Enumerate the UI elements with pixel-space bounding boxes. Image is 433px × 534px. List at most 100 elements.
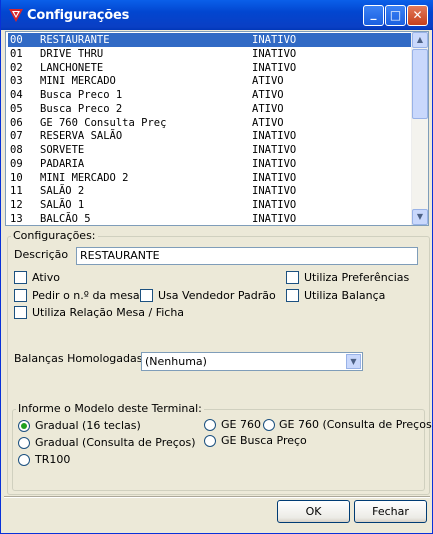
maximize-icon: □	[389, 8, 402, 22]
utiliza-relacao-label: Utiliza Relação Mesa / Ficha	[32, 306, 185, 319]
list-item-status: ATIVO	[252, 89, 284, 101]
list-item-code: 02	[10, 61, 23, 74]
scroll-up-icon[interactable]: ▲	[412, 32, 428, 48]
fechar-button[interactable]: Fechar	[354, 500, 427, 523]
list-item[interactable]: 09 PADARIA INATIVO	[8, 157, 414, 171]
scroll-down-icon[interactable]: ▼	[412, 209, 428, 225]
vertical-scrollbar[interactable]: ▲ ▼	[411, 32, 428, 225]
list-item[interactable]: 06 GE 760 Consulta Preç ATIVO	[8, 116, 414, 130]
tr100-label: TR100	[35, 453, 71, 466]
list-item-code: 11	[10, 185, 23, 198]
title-bar[interactable]: Configurações _ □ ✕	[1, 0, 433, 30]
list-item-name: SALÃO 2	[40, 185, 85, 198]
list-item-name: GE 760 Consulta Preç	[40, 116, 167, 129]
utiliza-preferencias-checkbox[interactable]	[286, 271, 299, 284]
ge760-consulta-label: GE 760 (Consulta de Preços)	[279, 418, 433, 431]
balancas-selected-value: (Nenhuma)	[145, 355, 207, 368]
config-group-label: Configurações:	[11, 229, 98, 242]
list-item-code: 00	[10, 34, 23, 46]
usa-vendedor-label: Usa Vendedor Padrão	[158, 289, 276, 302]
pedir-mesa-label: Pedir o n.º da mesa	[32, 289, 140, 302]
list-item[interactable]: 11 SALÃO 2 INATIVO	[8, 184, 414, 198]
minimize-button[interactable]: _	[363, 5, 384, 26]
list-item[interactable]: 07 RESERVA SALÃO INATIVO	[8, 129, 414, 143]
list-item-code: 09	[10, 157, 23, 170]
list-item-code: 08	[10, 144, 23, 156]
utiliza-preferencias-label: Utiliza Preferências	[304, 271, 410, 284]
list-item[interactable]: 10 MINI MERCADO 2 INATIVO	[8, 171, 414, 185]
tr100-radio[interactable]	[18, 454, 30, 466]
descricao-label: Descrição	[14, 248, 69, 261]
ge760-label: GE 760	[221, 418, 261, 431]
list-item-status: ATIVO	[252, 102, 284, 115]
list-item[interactable]: 05 Busca Preco 2 ATIVO	[8, 102, 414, 116]
list-item-name: Busca Preco 1	[40, 89, 123, 101]
list-item-status: INATIVO	[252, 47, 297, 60]
list-item-name: RESERVA SALÃO	[40, 130, 123, 143]
list-item-name: Busca Preco 2	[40, 102, 123, 115]
list-item[interactable]: 12 SALÃO 1 INATIVO	[8, 198, 414, 212]
list-item-status: INATIVO	[252, 212, 297, 225]
list-item-status: INATIVO	[252, 185, 297, 198]
list-item[interactable]: 03 MINI MERCADO ATIVO	[8, 74, 414, 88]
gradual-consulta-radio[interactable]	[18, 437, 30, 449]
list-item-status: ATIVO	[252, 75, 284, 88]
list-item-status: INATIVO	[252, 144, 297, 156]
close-icon: ✕	[412, 8, 423, 22]
list-item[interactable]: 00 RESTAURANTE INATIVO	[8, 33, 414, 47]
list-item[interactable]: 01 DRIVE THRU INATIVO	[8, 47, 414, 61]
ge760-consulta-radio[interactable]	[263, 419, 275, 431]
ge-busca-radio[interactable]	[204, 435, 216, 447]
divider	[4, 496, 430, 498]
list-item-status: ATIVO	[252, 116, 284, 129]
window-title: Configurações	[27, 8, 130, 23]
list-item-name: DRIVE THRU	[40, 47, 104, 60]
list-item-name: LANCHONETE	[40, 61, 104, 74]
list-item-status: INATIVO	[252, 130, 297, 143]
configuracoes-window: Configurações _ □ ✕ 00 RESTAURANTE INATIVO…	[0, 0, 433, 534]
ge760-radio[interactable]	[204, 419, 216, 431]
list-item-code: 03	[10, 75, 23, 88]
radio-selected-dot	[21, 423, 27, 429]
gradual-consulta-label: Gradual (Consulta de Preços)	[35, 436, 196, 449]
utiliza-balanca-label: Utiliza Balança	[304, 289, 386, 302]
balancas-select[interactable]: (Nenhuma) ▼	[141, 352, 363, 371]
list-item-code: 05	[10, 102, 23, 115]
list-item-code: 01	[10, 47, 23, 60]
descricao-input[interactable]: RESTAURANTE	[76, 247, 418, 265]
list-item-status: INATIVO	[252, 34, 297, 46]
balancas-label: Balanças Homologadas	[14, 352, 143, 365]
terminals-list[interactable]: 00 RESTAURANTE INATIVO 01 DRIVE THRU INATIVO 0…	[5, 31, 429, 226]
list-item[interactable]: 02 LANCHONETE INATIVO	[8, 61, 414, 75]
usa-vendedor-checkbox[interactable]	[140, 289, 153, 302]
list-item[interactable]: 13 BALCÃO 5 INATIVO	[8, 212, 414, 225]
pedir-mesa-checkbox[interactable]	[14, 289, 27, 302]
list-item[interactable]: 04 Busca Preco 1 ATIVO	[8, 88, 414, 102]
ge-busca-label: GE Busca Preço	[221, 434, 307, 447]
app-logo-icon	[9, 9, 23, 22]
list-item-code: 04	[10, 89, 23, 101]
list-item-name: SORVETE	[40, 144, 85, 156]
list-item-status: INATIVO	[252, 61, 297, 74]
ativo-checkbox[interactable]	[14, 271, 27, 284]
list-item-code: 13	[10, 212, 23, 225]
utiliza-relacao-checkbox[interactable]	[14, 306, 27, 319]
list-item-code: 12	[10, 199, 23, 211]
ativo-label: Ativo	[32, 271, 60, 284]
maximize-button[interactable]: □	[385, 5, 406, 26]
ok-button[interactable]: OK	[277, 500, 350, 523]
list-item-name: RESTAURANTE	[40, 34, 110, 46]
minimize-icon: _	[370, 6, 377, 20]
utiliza-balanca-checkbox[interactable]	[286, 289, 299, 302]
list-item-name: MINI MERCADO	[40, 75, 116, 88]
list-item-name: MINI MERCADO 2	[40, 171, 129, 184]
list-item[interactable]: 08 SORVETE INATIVO	[8, 143, 414, 157]
list-item-code: 06	[10, 116, 23, 129]
close-button[interactable]: ✕	[407, 5, 428, 26]
chevron-down-icon[interactable]: ▼	[346, 354, 361, 369]
list-item-name: BALCÃO 5	[40, 212, 91, 225]
gradual16-radio[interactable]	[18, 420, 30, 432]
list-item-status: INATIVO	[252, 171, 297, 184]
list-item-name: SALÃO 1	[40, 199, 85, 211]
scroll-thumb[interactable]	[412, 49, 428, 119]
